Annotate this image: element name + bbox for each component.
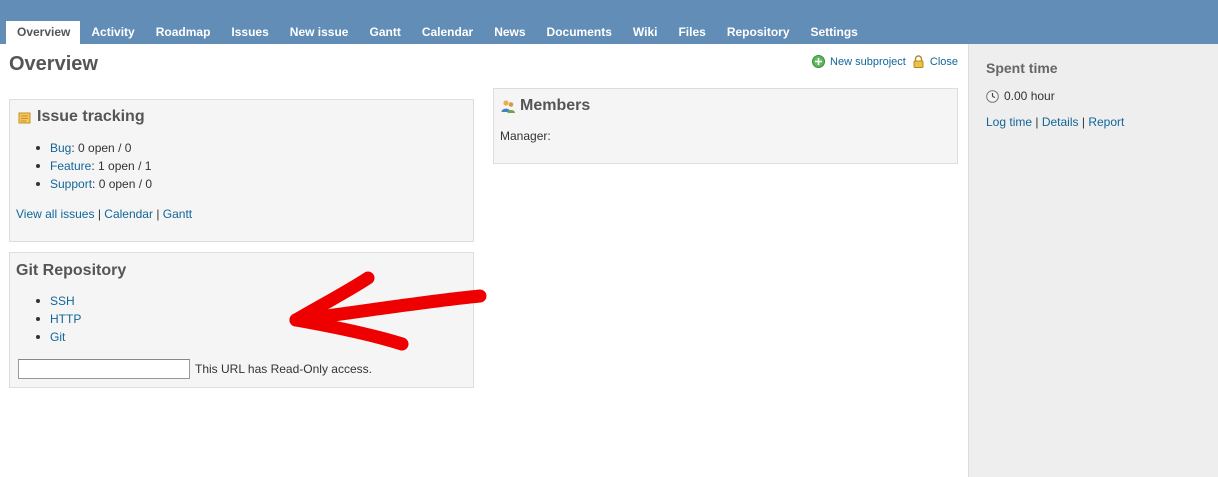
git-repository-heading: Git Repository [16, 262, 126, 280]
close-project-label: Close [929, 55, 958, 68]
gantt-link[interactable]: Gantt [163, 207, 192, 221]
tab-calendar[interactable]: Calendar [411, 21, 483, 44]
access-note: This URL has Read-Only access. [195, 362, 372, 376]
link-separator: | [1078, 115, 1089, 129]
git-repository-title: Git Repository [16, 262, 127, 279]
hours-value: 0.00 hour [1004, 89, 1055, 103]
spent-time-hours: 0.00 hour [986, 89, 1055, 103]
url-row: This URL has Read-Only access. [18, 359, 372, 379]
issue-links: View all issues | Calendar | Gantt [16, 207, 192, 221]
list-item: SSH [10, 292, 81, 310]
view-all-issues-link[interactable]: View all issues [16, 207, 94, 221]
spent-time-heading: Spent time [986, 60, 1058, 76]
link-separator: | [152, 207, 163, 221]
members-box: Members Manager: [493, 88, 958, 164]
issue-tracking-title: Issue tracking [37, 108, 145, 125]
tab-documents[interactable]: Documents [536, 21, 622, 44]
close-project-link[interactable]: Close [912, 55, 958, 68]
tracker-counts: : 0 open / 0 [92, 177, 153, 191]
tab-roadmap[interactable]: Roadmap [145, 21, 221, 44]
tracker-counts: : 1 open / 1 [91, 159, 152, 173]
main-menu: Overview Activity Roadmap Issues New iss… [0, 0, 1218, 44]
protocol-list: SSH HTTP Git [10, 292, 81, 346]
spent-time-links: Log time | Details | Report [986, 115, 1124, 129]
tab-settings[interactable]: Settings [800, 21, 868, 44]
git-repository-box: Git Repository SSH HTTP Git This URL has… [9, 252, 474, 388]
link-separator: | [1032, 115, 1042, 129]
issue-tracking-heading: Issue tracking [18, 108, 145, 126]
calendar-link[interactable]: Calendar [104, 207, 153, 221]
contextual-actions: New subproject Close [806, 55, 958, 68]
list-item: Git [10, 328, 81, 346]
tab-new-issue[interactable]: New issue [279, 21, 359, 44]
new-subproject-label: New subproject [830, 55, 906, 68]
tab-wiki[interactable]: Wiki [622, 21, 668, 44]
add-icon [812, 55, 826, 68]
manager-label: Manager: [500, 129, 551, 143]
tracker-list: Bug: 0 open / 0 Feature: 1 open / 1 Supp… [10, 139, 152, 193]
list-item: HTTP [10, 310, 81, 328]
new-subproject-link[interactable]: New subproject [812, 55, 906, 68]
content-area: Overview New subproject Close Issue trac… [0, 44, 968, 477]
ticket-icon [18, 111, 31, 124]
report-link[interactable]: Report [1088, 115, 1124, 129]
tracker-link-bug[interactable]: Bug [50, 141, 71, 155]
protocol-link-ssh[interactable]: SSH [50, 294, 75, 308]
tab-files[interactable]: Files [667, 21, 715, 44]
group-icon [500, 98, 516, 114]
tracker-counts: : 0 open / 0 [71, 141, 132, 155]
list-item: Feature: 1 open / 1 [10, 157, 152, 175]
log-time-link[interactable]: Log time [986, 115, 1032, 129]
issue-tracking-box: Issue tracking Bug: 0 open / 0 Feature: … [9, 99, 474, 242]
repository-url-input[interactable] [18, 359, 190, 379]
clock-icon [986, 89, 999, 103]
link-separator: | [94, 207, 105, 221]
tab-repository[interactable]: Repository [716, 21, 800, 44]
sidebar: Spent time 0.00 hour Log time | Details … [968, 44, 1218, 477]
tracker-link-feature[interactable]: Feature [50, 159, 91, 173]
lock-icon [912, 55, 925, 68]
tab-news[interactable]: News [483, 21, 535, 44]
tab-overview[interactable]: Overview [6, 21, 81, 44]
tab-activity[interactable]: Activity [80, 21, 144, 44]
list-item: Support: 0 open / 0 [10, 175, 152, 193]
tab-gantt[interactable]: Gantt [358, 21, 410, 44]
list-item: Bug: 0 open / 0 [10, 139, 152, 157]
page-title: Overview [9, 53, 98, 75]
tracker-link-support[interactable]: Support [50, 177, 92, 191]
members-title: Members [520, 97, 591, 114]
members-heading: Members [500, 97, 590, 115]
protocol-link-http[interactable]: HTTP [50, 312, 81, 326]
protocol-link-git[interactable]: Git [50, 330, 65, 344]
tab-issues[interactable]: Issues [220, 21, 278, 44]
details-link[interactable]: Details [1042, 115, 1079, 129]
